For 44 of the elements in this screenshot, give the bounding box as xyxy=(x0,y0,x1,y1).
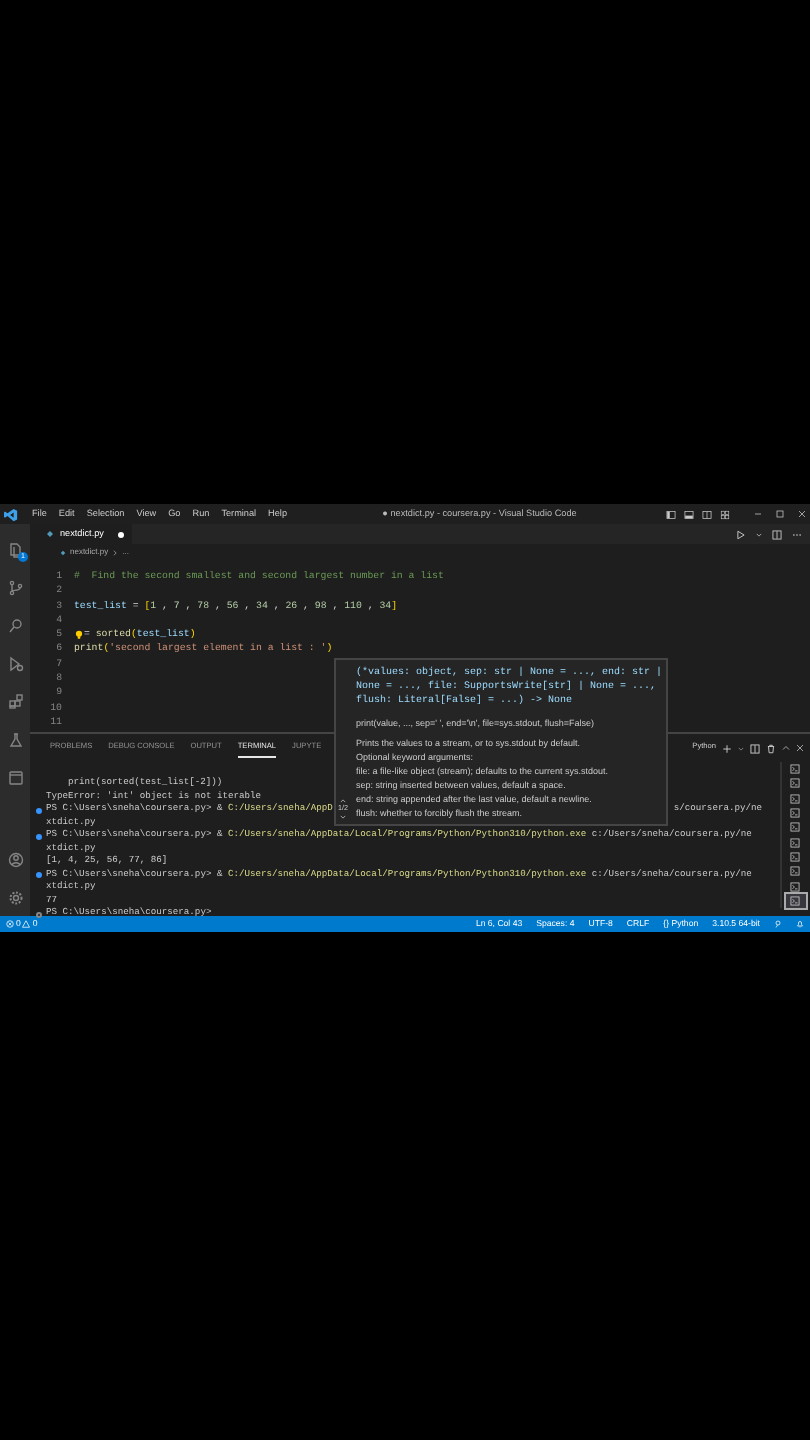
logo-icon xyxy=(4,507,18,521)
layout-icon[interactable] xyxy=(684,509,694,519)
terminal-icon[interactable] xyxy=(790,866,800,877)
source-control-icon[interactable] xyxy=(7,579,23,595)
plus-icon[interactable] xyxy=(722,743,732,753)
chevron-down-icon[interactable] xyxy=(340,814,346,820)
terminal-icon[interactable] xyxy=(790,793,800,804)
extensions-icon[interactable] xyxy=(7,693,23,709)
python-file-icon xyxy=(46,530,54,538)
play-bug-icon[interactable] xyxy=(7,655,23,671)
caret-icon[interactable] xyxy=(756,531,762,537)
split-editor-icon[interactable] xyxy=(772,529,782,539)
files-icon[interactable] xyxy=(7,541,23,557)
settings-icon[interactable] xyxy=(7,889,23,905)
run-icon[interactable] xyxy=(736,529,746,539)
account-icon[interactable] xyxy=(7,851,23,867)
terminal-icon[interactable] xyxy=(790,881,800,892)
lightbulb-icon[interactable] xyxy=(74,630,84,641)
layout-icon[interactable] xyxy=(720,509,730,519)
caret-icon[interactable] xyxy=(738,745,744,751)
split-terminal-icon[interactable] xyxy=(750,743,760,753)
bell-icon[interactable] xyxy=(796,920,804,928)
flask-icon[interactable] xyxy=(7,731,23,747)
chevron-up-icon[interactable] xyxy=(782,744,790,752)
maximize-icon[interactable] xyxy=(776,510,784,518)
trash-icon[interactable] xyxy=(766,743,776,753)
terminal-icon[interactable] xyxy=(790,851,800,862)
terminal-icon[interactable] xyxy=(790,822,800,833)
layout-icon[interactable] xyxy=(666,509,676,519)
window-icon[interactable] xyxy=(7,769,23,785)
warning-icon[interactable] xyxy=(22,920,31,928)
terminal-icon[interactable] xyxy=(790,764,800,775)
close-icon[interactable] xyxy=(796,744,804,752)
error-icon[interactable] xyxy=(6,920,14,928)
close-icon[interactable] xyxy=(798,510,806,518)
layout-icon[interactable] xyxy=(702,509,712,519)
search-icon[interactable] xyxy=(7,617,23,633)
feedback-icon[interactable] xyxy=(774,920,782,928)
python-file-icon xyxy=(60,549,66,555)
terminal-icon[interactable] xyxy=(790,837,800,848)
terminal-icon[interactable] xyxy=(790,808,800,819)
terminal-icon[interactable] xyxy=(790,895,800,906)
terminal-icon[interactable] xyxy=(790,778,800,789)
minimize-icon[interactable] xyxy=(754,510,762,518)
